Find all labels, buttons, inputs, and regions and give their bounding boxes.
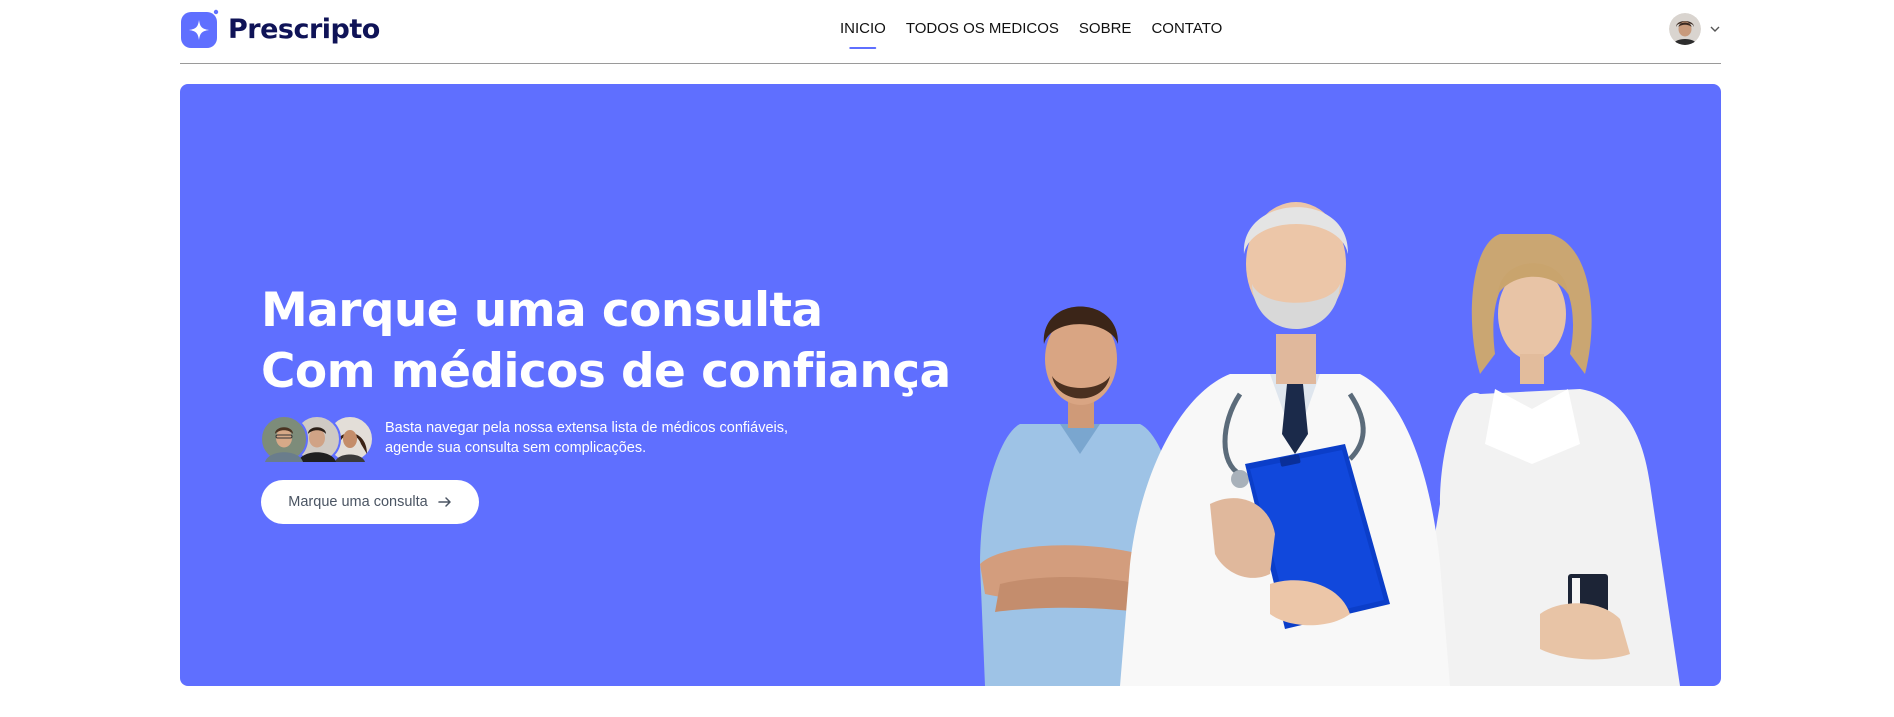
nav-item-todos-os-medicos[interactable]: TODOS OS MEDICOS [906,20,1059,37]
doctors-header-image [940,144,1680,686]
hero-banner: Marque uma consulta Com médicos de confi… [180,84,1721,686]
nav-item-inicio[interactable]: INICIO [840,20,886,37]
user-avatar[interactable] [1669,13,1701,45]
chevron-down-icon[interactable] [1709,23,1721,35]
book-appointment-label: Marque uma consulta [288,494,428,510]
nav-item-sobre[interactable]: SOBRE [1079,20,1132,37]
hero-title: Marque uma consulta Com médicos de confi… [261,280,951,402]
book-appointment-button[interactable]: Marque uma consulta [261,480,479,524]
hero-description-line-1: Basta navegar pela nossa extensa lista d… [385,420,789,436]
hero-title-line-2: Com médicos de confiança [261,344,951,399]
nav-item-contato[interactable]: CONTATO [1151,20,1222,37]
hero-description-line-2: agende sua consulta sem complicações. [385,440,647,456]
doctor-senior-figure [1120,202,1450,686]
hero-description: Basta navegar pela nossa extensa lista d… [385,418,825,458]
logo[interactable]: Prescripto [180,9,380,49]
hero-title-line-1: Marque uma consulta [261,283,823,338]
profile-menu[interactable] [1669,13,1721,45]
main-nav: INICIO TODOS OS MEDICOS SOBRE CONTATO [840,20,1222,37]
group-profiles-image [261,414,373,464]
doctor-woman-figure [1410,234,1680,686]
arrow-right-icon [437,497,451,507]
top-navbar: Prescripto INICIO TODOS OS MEDICOS SOBRE… [180,0,1721,64]
logo-text: Prescripto [228,13,380,45]
logo-icon [181,9,219,48]
